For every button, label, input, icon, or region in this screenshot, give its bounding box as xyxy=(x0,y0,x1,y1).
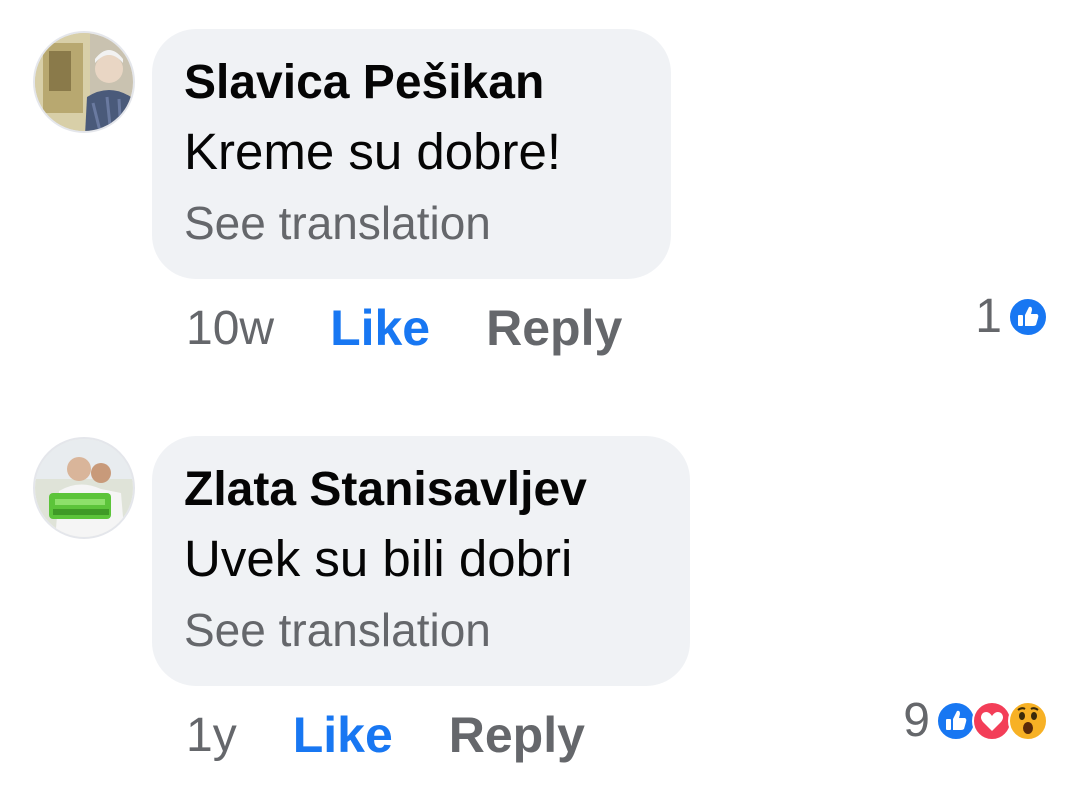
love-icon xyxy=(972,701,1012,741)
comment-bubble: Zlata Stanisavljev Uvek su bili dobri Se… xyxy=(152,436,690,686)
reply-button[interactable]: Reply xyxy=(449,706,585,764)
wow-icon xyxy=(1008,701,1048,741)
avatar[interactable] xyxy=(33,437,135,539)
reaction-count: 1 xyxy=(975,290,1002,343)
comment-text: Kreme su dobre! xyxy=(184,123,562,180)
comment-actions: 1y Like Reply xyxy=(186,700,585,770)
reaction-icons xyxy=(1008,297,1048,337)
see-translation-link[interactable]: See translation xyxy=(184,193,639,253)
see-translation-link[interactable]: See translation xyxy=(184,600,658,660)
comment-timestamp[interactable]: 1y xyxy=(186,708,237,763)
reaction-icons xyxy=(936,701,1048,741)
avatar[interactable] xyxy=(33,31,135,133)
reactions-summary[interactable]: 9 xyxy=(903,696,1048,746)
comment-text: Uvek su bili dobri xyxy=(184,530,573,587)
like-icon xyxy=(1008,297,1048,337)
comment-author[interactable]: Slavica Pešikan xyxy=(184,55,639,111)
reaction-count: 9 xyxy=(903,694,930,747)
reactions-summary[interactable]: 1 xyxy=(975,292,1048,342)
avatar-photo xyxy=(35,439,133,537)
comment-timestamp[interactable]: 10w xyxy=(186,301,274,356)
like-icon xyxy=(936,701,976,741)
comment-bubble: Slavica Pešikan Kreme su dobre! See tran… xyxy=(152,29,671,279)
like-button[interactable]: Like xyxy=(293,706,393,764)
comment-author[interactable]: Zlata Stanisavljev xyxy=(184,462,658,518)
like-button[interactable]: Like xyxy=(330,299,430,357)
reply-button[interactable]: Reply xyxy=(486,299,622,357)
avatar-photo xyxy=(35,33,133,131)
comment-actions: 10w Like Reply xyxy=(186,293,622,363)
